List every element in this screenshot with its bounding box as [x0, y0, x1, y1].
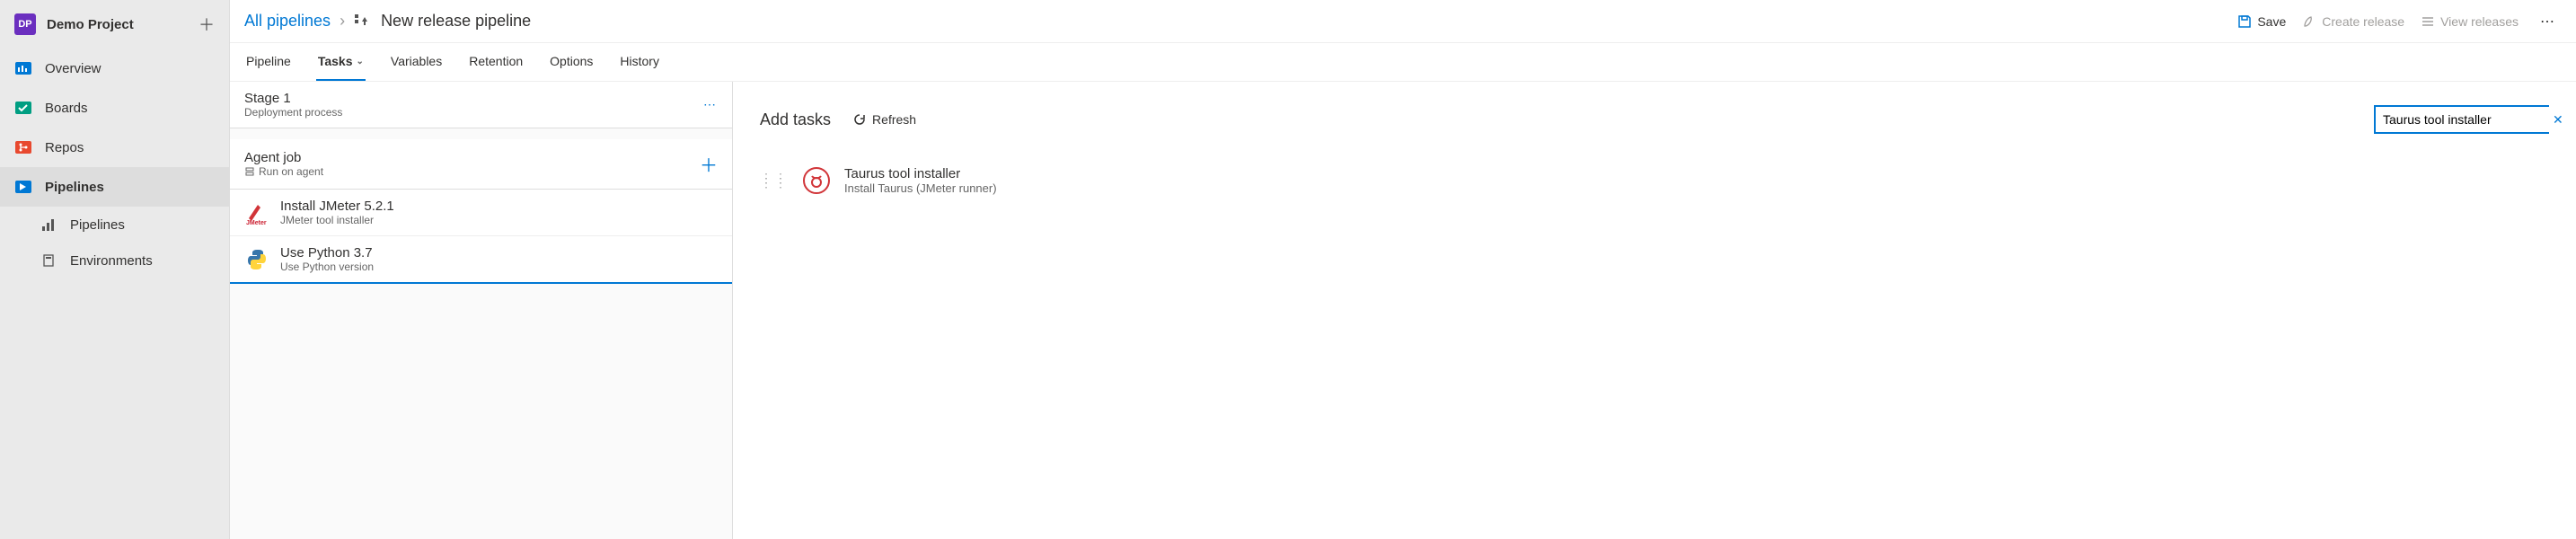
tab-label: Tasks	[318, 54, 353, 68]
tab-variables[interactable]: Variables	[389, 43, 444, 81]
sidebar-label: Boards	[45, 101, 88, 116]
taurus-icon	[803, 167, 830, 194]
rocket-icon	[2302, 14, 2316, 29]
chevron-down-icon: ⌄	[357, 57, 364, 66]
tab-retention[interactable]: Retention	[467, 43, 525, 81]
details-header: Add tasks Refresh ✕	[760, 105, 2549, 134]
project-badge: DP	[14, 13, 36, 35]
nav-sidebar: DP Demo Project ＋ Overview Boards Repos …	[0, 0, 230, 539]
boards-icon	[14, 99, 32, 117]
overview-icon	[14, 59, 32, 77]
add-tasks-title: Add tasks	[760, 110, 831, 129]
task-list-item[interactable]: JMeter Install JMeter 5.2.1 JMeter tool …	[230, 190, 732, 236]
list-icon	[2421, 14, 2435, 29]
sidebar-subitem-environments[interactable]: Environments	[0, 243, 229, 278]
task-list-panel: Stage 1 Deployment process ⋯ Agent job R…	[230, 82, 733, 539]
breadcrumb-root-link[interactable]: All pipelines	[244, 12, 331, 31]
sidebar-label: Repos	[45, 140, 84, 155]
new-project-button[interactable]: ＋	[198, 13, 215, 36]
task-title: Install JMeter 5.2.1	[280, 199, 394, 214]
svg-text:JMeter: JMeter	[246, 220, 267, 225]
breadcrumb: All pipelines › New release pipeline	[244, 12, 531, 31]
project-header[interactable]: DP Demo Project ＋	[0, 0, 229, 49]
save-icon	[2237, 14, 2252, 29]
sidebar-label: Overview	[45, 61, 101, 76]
view-releases-button: View releases	[2421, 14, 2519, 29]
refresh-label: Refresh	[872, 112, 916, 127]
save-button[interactable]: Save	[2237, 14, 2286, 29]
sidebar-subitem-pipelines[interactable]: Pipelines	[0, 207, 229, 243]
task-title: Use Python 3.7	[280, 245, 374, 261]
result-subtitle: Install Taurus (JMeter runner)	[844, 181, 997, 195]
view-releases-label: View releases	[2440, 14, 2519, 29]
toolbar: Save Create release View releases ⋯	[2237, 13, 2562, 31]
project-name: Demo Project	[47, 17, 198, 32]
add-tasks-panel: Add tasks Refresh ✕ ⋮⋮⋮⋮	[733, 82, 2576, 539]
drag-handle-icon[interactable]: ⋮⋮⋮⋮	[760, 176, 789, 185]
task-search-box[interactable]: ✕	[2374, 105, 2549, 134]
tab-history[interactable]: History	[618, 43, 661, 81]
content-area: Stage 1 Deployment process ⋯ Agent job R…	[230, 82, 2576, 539]
search-result-item[interactable]: ⋮⋮⋮⋮ Taurus tool installer Install Tauru…	[760, 161, 2549, 200]
sidebar-label: Pipelines	[45, 180, 104, 195]
stage-subtitle: Deployment process	[244, 106, 703, 119]
create-release-button: Create release	[2302, 14, 2404, 29]
job-title: Agent job	[244, 150, 700, 165]
sidebar-item-boards[interactable]: Boards	[0, 88, 229, 128]
task-subtitle: Use Python version	[280, 261, 374, 273]
tab-bar: Pipeline Tasks ⌄ Variables Retention Opt…	[230, 43, 2576, 82]
more-actions-button[interactable]: ⋯	[2535, 13, 2562, 31]
breadcrumb-separator: ›	[340, 12, 345, 31]
create-release-label: Create release	[2322, 14, 2404, 29]
server-icon	[244, 166, 255, 177]
tab-tasks[interactable]: Tasks ⌄	[316, 43, 366, 81]
save-label: Save	[2257, 14, 2286, 29]
jmeter-icon: JMeter	[244, 200, 269, 225]
pipelines-icon	[14, 178, 32, 196]
page-header: All pipelines › New release pipeline Sav…	[230, 0, 2576, 43]
python-icon	[244, 247, 269, 272]
job-subtitle: Run on agent	[244, 165, 700, 178]
task-subtitle: JMeter tool installer	[280, 214, 394, 226]
task-search-input[interactable]	[2376, 107, 2553, 132]
main-area: All pipelines › New release pipeline Sav…	[230, 0, 2576, 539]
stage-more-button[interactable]: ⋯	[703, 97, 718, 112]
sidebar-item-overview[interactable]: Overview	[0, 49, 229, 88]
tab-pipeline[interactable]: Pipeline	[244, 43, 293, 81]
sidebar-label: Environments	[70, 253, 153, 269]
refresh-icon	[852, 112, 867, 127]
repos-icon	[14, 138, 32, 156]
result-title: Taurus tool installer	[844, 166, 997, 181]
pipeline-rocket-icon	[354, 13, 372, 31]
task-list-item[interactable]: Use Python 3.7 Use Python version	[230, 236, 732, 284]
sidebar-label: Pipelines	[70, 217, 125, 233]
sidebar-item-pipelines[interactable]: Pipelines	[0, 167, 229, 207]
job-header[interactable]: Agent job Run on agent ＋	[230, 139, 732, 190]
tab-options[interactable]: Options	[548, 43, 595, 81]
refresh-button[interactable]: Refresh	[852, 112, 916, 127]
sidebar-item-repos[interactable]: Repos	[0, 128, 229, 167]
clear-search-button[interactable]: ✕	[2553, 112, 2563, 128]
environments-icon	[40, 252, 57, 270]
stage-header[interactable]: Stage 1 Deployment process ⋯	[230, 82, 732, 128]
add-task-button[interactable]: ＋	[700, 151, 718, 177]
page-title: New release pipeline	[381, 12, 531, 31]
stage-title: Stage 1	[244, 91, 703, 106]
pipeline-sub-icon	[40, 216, 57, 234]
